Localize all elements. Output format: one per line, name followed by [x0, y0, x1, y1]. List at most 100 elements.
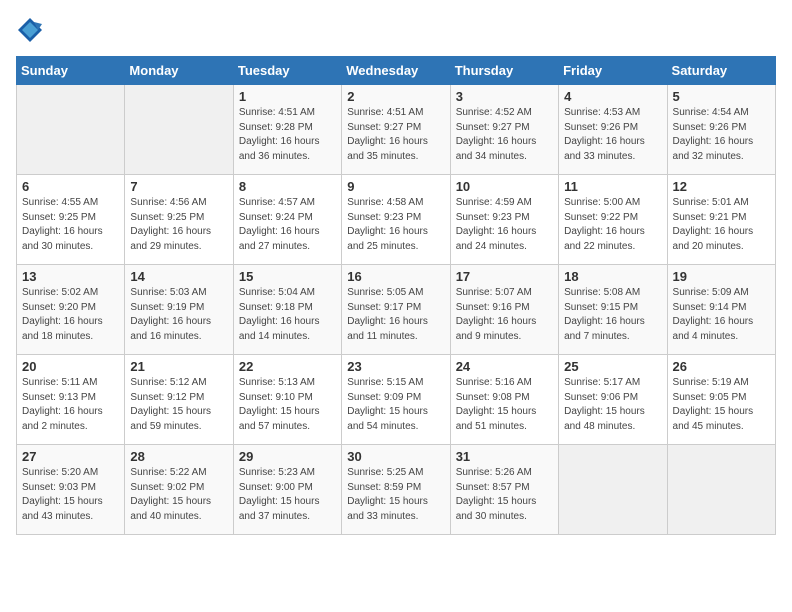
calendar-cell — [667, 445, 775, 535]
day-info: Sunrise: 4:55 AM Sunset: 9:25 PM Dayligh… — [22, 196, 119, 254]
day-number: 13 — [22, 269, 119, 284]
day-info: Sunrise: 5:01 AM Sunset: 9:21 PM Dayligh… — [673, 196, 770, 254]
calendar-cell: 17Sunrise: 5:07 AM Sunset: 9:16 PM Dayli… — [450, 265, 558, 355]
calendar-cell: 16 Sunrise: 5:05 AM Sunset: 9:17 PM Dayli… — [342, 265, 450, 355]
day-info: Sunrise: 4:58 AM Sunset: 9:23 PM Dayligh… — [347, 196, 444, 254]
weekday-header-row: SundayMondayTuesdayWednesdayThursdayFrid… — [17, 57, 776, 85]
calendar-cell: 12 Sunrise: 5:01 AM Sunset: 9:21 PM Dayli… — [667, 175, 775, 265]
calendar-cell: 30 Sunrise: 5:25 AM Sunset: 8:59 PM Dayli… — [342, 445, 450, 535]
calendar-table: SundayMondayTuesdayWednesdayThursdayFrid… — [16, 56, 776, 535]
day-info: Sunrise: 4:54 AM Sunset: 9:26 PM Dayligh… — [673, 106, 770, 164]
day-number: 4 — [564, 89, 661, 104]
day-info: Sunrise: 4:56 AM Sunset: 9:25 PM Dayligh… — [130, 196, 227, 254]
day-number: 27 — [22, 449, 119, 464]
day-number: 19 — [673, 269, 770, 284]
header — [16, 16, 776, 44]
day-info: Sunrise: 5:03 AM Sunset: 9:19 PM Dayligh… — [130, 286, 227, 344]
day-info: Sunrise: 5:25 AM Sunset: 8:59 PM Dayligh… — [347, 466, 444, 524]
day-info: Sunrise: 4:53 AM Sunset: 9:26 PM Dayligh… — [564, 106, 661, 164]
calendar-cell: 31 Sunrise: 5:26 AM Sunset: 8:57 PM Dayli… — [450, 445, 558, 535]
day-info: Sunrise: 5:00 AM Sunset: 9:22 PM Dayligh… — [564, 196, 661, 254]
weekday-header-thursday: Thursday — [450, 57, 558, 85]
day-info: Sunrise: 5:17 AM Sunset: 9:06 PM Dayligh… — [564, 376, 661, 434]
calendar-cell: 24Sunrise: 5:16 AM Sunset: 9:08 PM Dayli… — [450, 355, 558, 445]
day-number: 24 — [456, 359, 553, 374]
weekday-header-saturday: Saturday — [667, 57, 775, 85]
calendar-header: SundayMondayTuesdayWednesdayThursdayFrid… — [17, 57, 776, 85]
day-number: 10 — [456, 179, 553, 194]
day-info: Sunrise: 5:11 AM Sunset: 9:13 PM Dayligh… — [22, 376, 119, 434]
day-number: 21 — [130, 359, 227, 374]
day-number: 16 — [347, 269, 444, 284]
day-number: 12 — [673, 179, 770, 194]
calendar-cell: 15 Sunrise: 5:04 AM Sunset: 9:18 PM Dayli… — [233, 265, 341, 355]
logo — [16, 16, 48, 44]
weekday-header-monday: Monday — [125, 57, 233, 85]
day-info: Sunrise: 4:51 AM Sunset: 9:28 PM Dayligh… — [239, 106, 336, 164]
day-info: Sunrise: 5:05 AM Sunset: 9:17 PM Dayligh… — [347, 286, 444, 344]
day-info: Sunrise: 5:20 AM Sunset: 9:03 PM Dayligh… — [22, 466, 119, 524]
day-number: 7 — [130, 179, 227, 194]
calendar-cell: 13 Sunrise: 5:02 AM Sunset: 9:20 PM Dayli… — [17, 265, 125, 355]
calendar-cell — [125, 85, 233, 175]
day-number: 8 — [239, 179, 336, 194]
day-info: Sunrise: 5:02 AM Sunset: 9:20 PM Dayligh… — [22, 286, 119, 344]
calendar-cell: 21 Sunrise: 5:12 AM Sunset: 9:12 PM Dayli… — [125, 355, 233, 445]
calendar-body: 1 Sunrise: 4:51 AM Sunset: 9:28 PM Daylig… — [17, 85, 776, 535]
calendar-cell: 25 Sunrise: 5:17 AM Sunset: 9:06 PM Dayli… — [559, 355, 667, 445]
day-info: Sunrise: 4:51 AM Sunset: 9:27 PM Dayligh… — [347, 106, 444, 164]
day-info: Sunrise: 5:07 AM Sunset: 9:16 PM Dayligh… — [456, 286, 553, 344]
weekday-header-sunday: Sunday — [17, 57, 125, 85]
day-info: Sunrise: 5:26 AM Sunset: 8:57 PM Dayligh… — [456, 466, 553, 524]
weekday-header-tuesday: Tuesday — [233, 57, 341, 85]
day-number: 11 — [564, 179, 661, 194]
day-number: 20 — [22, 359, 119, 374]
day-info: Sunrise: 5:23 AM Sunset: 9:00 PM Dayligh… — [239, 466, 336, 524]
day-number: 31 — [456, 449, 553, 464]
day-number: 15 — [239, 269, 336, 284]
calendar-cell: 26Sunrise: 5:19 AM Sunset: 9:05 PM Dayli… — [667, 355, 775, 445]
calendar-week-row: 1 Sunrise: 4:51 AM Sunset: 9:28 PM Daylig… — [17, 85, 776, 175]
calendar-week-row: 13 Sunrise: 5:02 AM Sunset: 9:20 PM Dayli… — [17, 265, 776, 355]
calendar-cell: 29 Sunrise: 5:23 AM Sunset: 9:00 PM Dayli… — [233, 445, 341, 535]
calendar-cell — [559, 445, 667, 535]
day-info: Sunrise: 5:13 AM Sunset: 9:10 PM Dayligh… — [239, 376, 336, 434]
day-info: Sunrise: 5:04 AM Sunset: 9:18 PM Dayligh… — [239, 286, 336, 344]
day-number: 9 — [347, 179, 444, 194]
calendar-cell — [17, 85, 125, 175]
calendar-cell: 14 Sunrise: 5:03 AM Sunset: 9:19 PM Dayli… — [125, 265, 233, 355]
day-number: 2 — [347, 89, 444, 104]
calendar-cell: 10Sunrise: 4:59 AM Sunset: 9:23 PM Dayli… — [450, 175, 558, 265]
day-number: 30 — [347, 449, 444, 464]
day-info: Sunrise: 5:22 AM Sunset: 9:02 PM Dayligh… — [130, 466, 227, 524]
calendar-week-row: 6 Sunrise: 4:55 AM Sunset: 9:25 PM Daylig… — [17, 175, 776, 265]
day-number: 18 — [564, 269, 661, 284]
calendar-cell: 8 Sunrise: 4:57 AM Sunset: 9:24 PM Daylig… — [233, 175, 341, 265]
day-info: Sunrise: 5:12 AM Sunset: 9:12 PM Dayligh… — [130, 376, 227, 434]
calendar-cell: 3Sunrise: 4:52 AM Sunset: 9:27 PM Daylig… — [450, 85, 558, 175]
day-info: Sunrise: 4:57 AM Sunset: 9:24 PM Dayligh… — [239, 196, 336, 254]
calendar-cell: 2 Sunrise: 4:51 AM Sunset: 9:27 PM Daylig… — [342, 85, 450, 175]
day-number: 6 — [22, 179, 119, 194]
day-info: Sunrise: 5:08 AM Sunset: 9:15 PM Dayligh… — [564, 286, 661, 344]
calendar-cell: 11 Sunrise: 5:00 AM Sunset: 9:22 PM Dayli… — [559, 175, 667, 265]
calendar-week-row: 27 Sunrise: 5:20 AM Sunset: 9:03 PM Dayli… — [17, 445, 776, 535]
day-number: 29 — [239, 449, 336, 464]
calendar-cell: 1 Sunrise: 4:51 AM Sunset: 9:28 PM Daylig… — [233, 85, 341, 175]
calendar-cell: 4 Sunrise: 4:53 AM Sunset: 9:26 PM Daylig… — [559, 85, 667, 175]
day-info: Sunrise: 5:15 AM Sunset: 9:09 PM Dayligh… — [347, 376, 444, 434]
day-number: 28 — [130, 449, 227, 464]
day-number: 22 — [239, 359, 336, 374]
day-number: 23 — [347, 359, 444, 374]
day-number: 26 — [673, 359, 770, 374]
calendar-cell: 9 Sunrise: 4:58 AM Sunset: 9:23 PM Daylig… — [342, 175, 450, 265]
day-number: 14 — [130, 269, 227, 284]
calendar-cell: 7 Sunrise: 4:56 AM Sunset: 9:25 PM Daylig… — [125, 175, 233, 265]
calendar-week-row: 20 Sunrise: 5:11 AM Sunset: 9:13 PM Dayli… — [17, 355, 776, 445]
logo-icon — [16, 16, 44, 44]
day-number: 3 — [456, 89, 553, 104]
day-number: 1 — [239, 89, 336, 104]
calendar-cell: 27 Sunrise: 5:20 AM Sunset: 9:03 PM Dayli… — [17, 445, 125, 535]
calendar-cell: 23 Sunrise: 5:15 AM Sunset: 9:09 PM Dayli… — [342, 355, 450, 445]
day-number: 25 — [564, 359, 661, 374]
